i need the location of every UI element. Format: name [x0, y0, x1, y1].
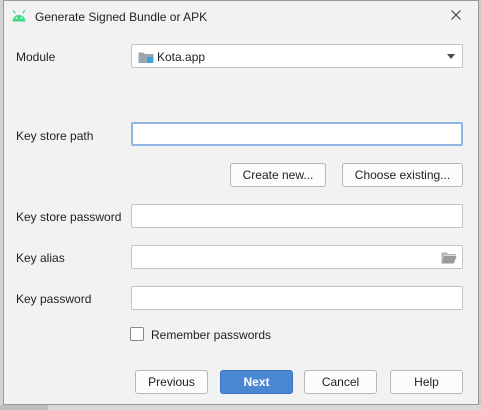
background-window-bottom-light: [48, 405, 481, 410]
module-label: Module: [16, 50, 56, 64]
folder-browse-icon[interactable]: [441, 251, 457, 264]
create-new-button[interactable]: Create new...: [230, 163, 326, 187]
keystore-password-label: Key store password: [16, 210, 122, 224]
help-button[interactable]: Help: [390, 370, 463, 394]
keystore-path-field[interactable]: [131, 122, 463, 146]
key-password-field[interactable]: [131, 286, 463, 310]
previous-button[interactable]: Previous: [135, 370, 208, 394]
next-button[interactable]: Next: [220, 370, 293, 394]
choose-existing-button[interactable]: Choose existing...: [342, 163, 463, 187]
close-icon: [451, 9, 461, 23]
key-alias-field[interactable]: [131, 245, 463, 269]
window-title: Generate Signed Bundle or APK: [35, 10, 208, 24]
module-folder-icon: [138, 50, 154, 64]
module-dropdown[interactable]: Kota.app: [131, 44, 463, 68]
module-value: Kota.app: [157, 50, 206, 64]
close-button[interactable]: [440, 3, 472, 29]
remember-passwords-checkbox[interactable]: [130, 327, 144, 341]
chevron-down-icon: [447, 54, 455, 59]
generate-signed-bundle-dialog: Generate Signed Bundle or APK Module Kot…: [3, 0, 479, 405]
remember-passwords-label: Remember passwords: [151, 328, 272, 342]
android-icon: [11, 9, 27, 23]
keystore-password-field[interactable]: [131, 204, 463, 228]
title-bar: Generate Signed Bundle or APK: [4, 1, 478, 32]
key-password-label: Key password: [16, 292, 92, 306]
keystore-path-label: Key store path: [16, 129, 94, 143]
key-alias-label: Key alias: [16, 251, 65, 265]
cancel-button[interactable]: Cancel: [304, 370, 377, 394]
